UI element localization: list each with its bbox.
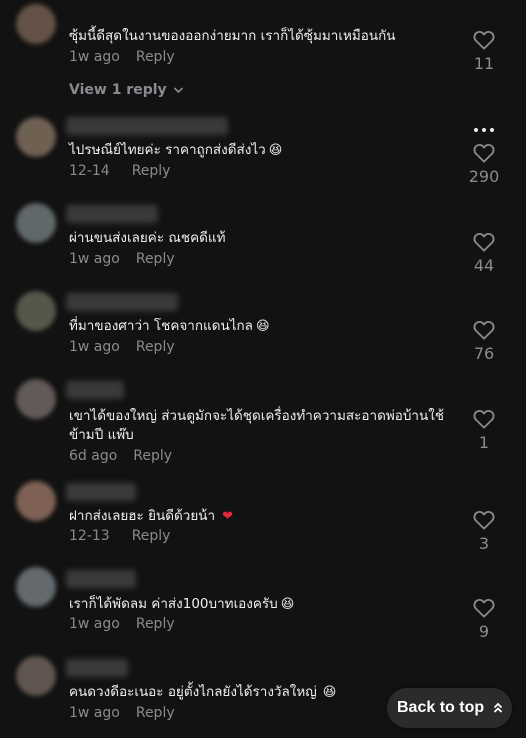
- heart-icon: [473, 598, 495, 618]
- heart-icon: [473, 232, 495, 252]
- comment-text: ไปรษณีย์ไทยค่ะ ราคาถูกส่งดีส่งไว 😆: [69, 141, 461, 160]
- comment-meta: 12-14 Reply: [69, 163, 170, 179]
- like-count: 9: [478, 622, 490, 641]
- comment-time: 12-14: [69, 163, 110, 179]
- comment-text-body: คนดวงดีอะเนอะ อยู่ตั้งไกลยังได้รางวัลใหญ…: [69, 684, 317, 700]
- comment-time: 1w ago: [69, 705, 120, 721]
- like-button[interactable]: 76: [468, 320, 500, 363]
- comment-meta: 6d ago Reply: [69, 448, 172, 464]
- laughing-emoji-icon: 😆: [280, 597, 295, 612]
- double-chevron-up-icon: [493, 702, 503, 713]
- laughing-emoji-icon: 😆: [322, 685, 337, 700]
- username[interactable]: [66, 205, 158, 223]
- comment-time: 6d ago: [69, 448, 118, 464]
- back-to-top-button[interactable]: Back to top: [387, 688, 512, 728]
- comment-time: 12-13: [69, 528, 110, 544]
- view-replies-button[interactable]: View 1 reply: [69, 82, 184, 98]
- username[interactable]: [66, 117, 228, 135]
- reply-button[interactable]: Reply: [136, 49, 175, 65]
- red-heart-emoji-icon: ❤: [222, 509, 233, 524]
- reply-button[interactable]: Reply: [136, 616, 175, 632]
- username[interactable]: [66, 570, 136, 588]
- comment-text: เขาได้ของใหญ่ ส่วนตูมักจะได้ชุดเครื่องทำ…: [69, 408, 444, 443]
- comment-meta: 1w ago Reply: [69, 339, 175, 355]
- comment-time: 1w ago: [69, 49, 120, 65]
- reply-button[interactable]: Reply: [136, 339, 175, 355]
- comment-text: ที่มาของศาว่า โชคจากแดนไกล 😆: [69, 317, 461, 336]
- comment-text-body: ที่มาของศาว่า โชคจากแดนไกล: [69, 318, 253, 334]
- reply-button[interactable]: Reply: [132, 163, 171, 179]
- comment-time: 1w ago: [69, 251, 120, 267]
- heart-icon: [473, 409, 495, 429]
- avatar[interactable]: [16, 481, 56, 521]
- like-button[interactable]: 11: [468, 30, 500, 73]
- like-button[interactable]: 290: [468, 143, 500, 186]
- comment-text-body: ไปรษณีย์ไทยค่ะ ราคาถูกส่งดีส่งไว: [69, 142, 266, 158]
- avatar[interactable]: [16, 291, 56, 331]
- avatar[interactable]: [16, 203, 56, 243]
- reply-button[interactable]: Reply: [136, 251, 175, 267]
- like-count: 76: [473, 344, 495, 363]
- like-count: 1: [478, 433, 490, 452]
- heart-icon: [473, 143, 495, 163]
- more-options-icon[interactable]: [472, 124, 498, 136]
- heart-icon: [473, 510, 495, 530]
- avatar[interactable]: [16, 117, 56, 157]
- like-count: 44: [473, 256, 495, 275]
- heart-icon: [473, 320, 495, 340]
- username[interactable]: [66, 381, 124, 399]
- username[interactable]: [66, 659, 128, 677]
- like-count: 3: [478, 534, 490, 553]
- view-replies-label: View 1 reply: [69, 82, 167, 98]
- reply-button[interactable]: Reply: [132, 528, 171, 544]
- comment-time: 1w ago: [69, 339, 120, 355]
- avatar[interactable]: [16, 379, 56, 419]
- comment-meta: 12-13 Reply: [69, 528, 170, 544]
- heart-icon: [473, 30, 495, 50]
- avatar[interactable]: [16, 4, 56, 44]
- comment-text: เราก็ได้พัดลม ค่าส่ง100บาทเองครับ 😆: [69, 595, 461, 614]
- chevron-down-icon: [173, 87, 183, 94]
- laughing-emoji-icon: 😆: [255, 319, 270, 334]
- reply-button[interactable]: Reply: [136, 705, 175, 721]
- comment-text-body: เราก็ได้พัดลม ค่าส่ง100บาทเองครับ: [69, 596, 278, 612]
- comment-meta: 1w ago Reply: [69, 616, 175, 632]
- comment-text: ฝากส่งเลยฮะ ยินดีด้วยน้า ❤: [69, 507, 461, 526]
- comment-meta: 1w ago Reply: [69, 251, 175, 267]
- reply-button[interactable]: Reply: [133, 448, 172, 464]
- back-to-top-label: Back to top: [397, 699, 485, 716]
- like-count: 290: [468, 167, 500, 186]
- comment-text: ซุ้มนี้ดีสุดในงานของออกง่ายมาก เราก็ได้ซ…: [69, 28, 396, 44]
- avatar[interactable]: [16, 567, 56, 607]
- laughing-emoji-icon: 😆: [268, 143, 283, 158]
- username[interactable]: [66, 293, 178, 311]
- comment-meta: 1w ago Reply: [69, 705, 175, 721]
- like-button[interactable]: 9: [468, 598, 500, 641]
- like-button[interactable]: 44: [468, 232, 500, 275]
- comment-text: ผ่านขนส่งเลยค่ะ ณชคดีแท้: [69, 230, 226, 246]
- comment-text-body: ฝากส่งเลยฮะ ยินดีด้วยน้า: [69, 508, 216, 524]
- like-button[interactable]: 3: [468, 510, 500, 553]
- avatar[interactable]: [16, 656, 56, 696]
- like-button[interactable]: 1: [468, 409, 500, 452]
- comment-time: 1w ago: [69, 616, 120, 632]
- username[interactable]: [66, 483, 136, 501]
- like-count: 11: [473, 54, 495, 73]
- comment-meta: 1w ago Reply: [69, 49, 175, 65]
